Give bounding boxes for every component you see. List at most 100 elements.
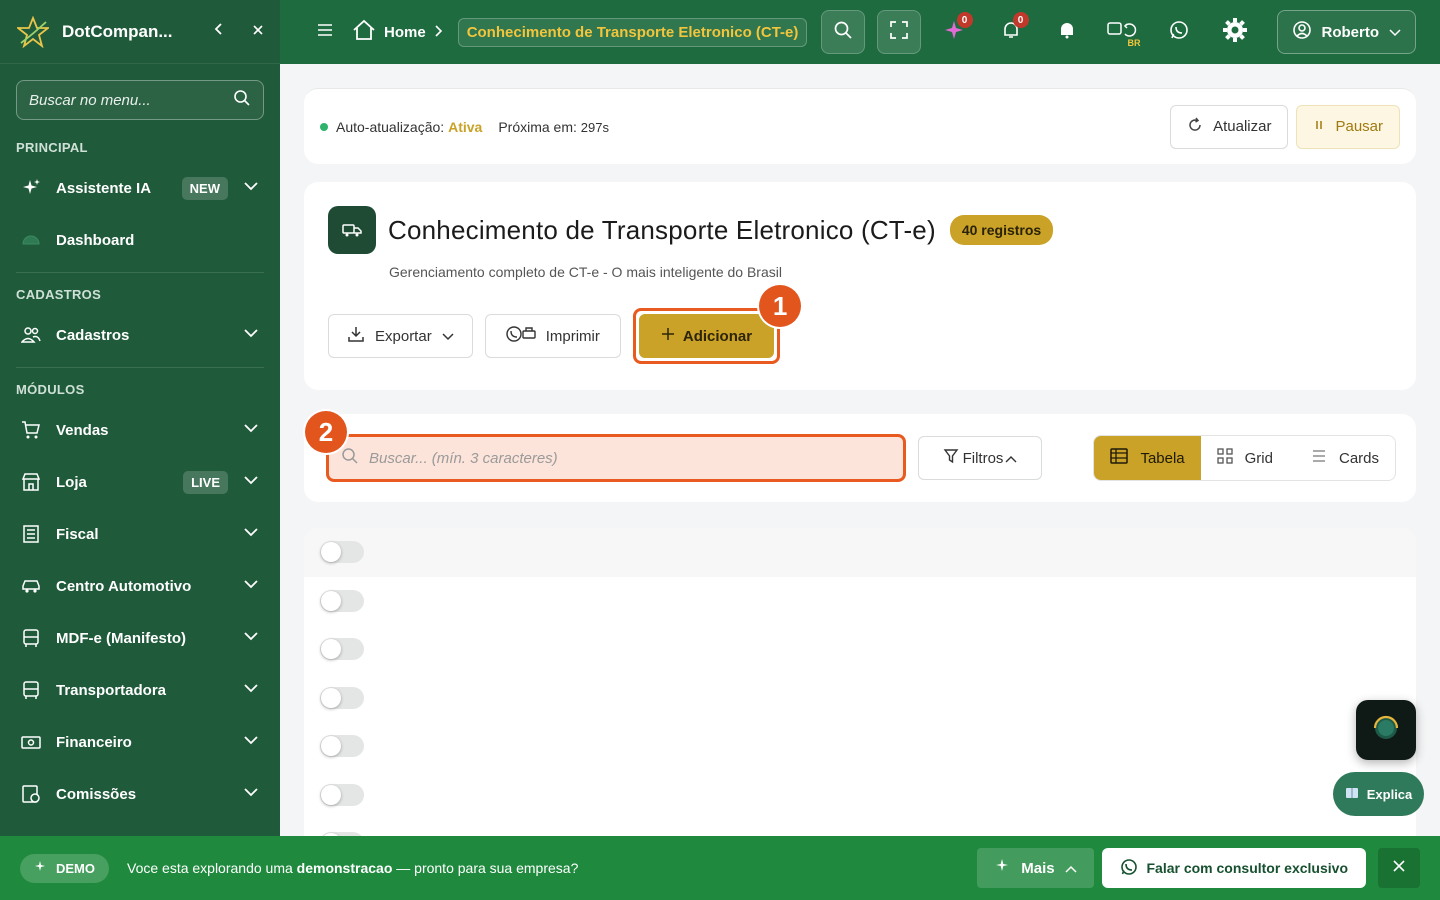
sidebar-item-label: Transportadora	[56, 681, 167, 699]
fullscreen-button[interactable]	[876, 10, 921, 54]
explica-label: Explica	[1366, 786, 1413, 802]
sidebar-item-label: Loja	[56, 473, 87, 491]
global-search-button[interactable]	[820, 10, 865, 54]
notifications-button[interactable]: 0	[989, 10, 1033, 54]
chevron-down-icon	[242, 783, 260, 805]
refresh-label: Atualizar	[1213, 118, 1272, 135]
pause-label: Pausar	[1335, 118, 1383, 135]
settings-button[interactable]	[1213, 10, 1257, 54]
records-search[interactable]: 2	[305, 411, 906, 482]
auto-refresh-label: Auto-atualização: Ativa	[336, 119, 482, 135]
select-all-toggle[interactable]	[320, 541, 364, 564]
sidebar-item-cadastros[interactable]: Cadastros	[0, 309, 280, 361]
bus-icon	[20, 679, 42, 701]
menu-search[interactable]	[16, 80, 264, 120]
section-modulos: MÓDULOS	[16, 381, 85, 397]
row-toggle[interactable]	[320, 589, 364, 612]
explica-button[interactable]: Explica	[1333, 772, 1424, 816]
more-button[interactable]: Mais	[977, 848, 1095, 888]
sidebar-item-financeiro[interactable]: Financeiro	[0, 716, 280, 768]
sparkle-icon	[995, 858, 1011, 878]
demo-banner: DEMO Voce esta explorando uma demonstrac…	[0, 836, 1440, 900]
chevron-down-icon	[242, 627, 260, 649]
view-table-label: Tabela	[1140, 449, 1185, 467]
add-label: Adicionar	[682, 327, 753, 345]
more-label: Mais	[1021, 859, 1055, 877]
commission-icon	[20, 783, 42, 805]
view-cards-label: Cards	[1338, 449, 1379, 467]
chevron-down-icon	[242, 731, 260, 753]
document-list-icon	[20, 523, 42, 545]
topbar: Home Conhecimento de Transporte Eletroni…	[280, 0, 1440, 64]
sidebar-item-loja[interactable]: Loja LIVE	[0, 456, 280, 508]
sidebar-item-label: Assistente IA	[56, 179, 152, 197]
new-badge: NEW	[181, 176, 228, 200]
chevron-down-icon	[242, 523, 260, 545]
row-toggle[interactable]	[320, 638, 364, 661]
plus-icon	[661, 327, 675, 345]
sidebar-item-centro-automotivo[interactable]: Centro Automotivo	[0, 560, 280, 612]
alerts-button[interactable]	[1045, 10, 1089, 54]
dashboard-gauge-icon	[20, 229, 42, 251]
grid-icon	[1216, 448, 1233, 468]
view-table[interactable]: Tabela	[1094, 436, 1201, 480]
cash-icon	[20, 731, 42, 753]
search-icon	[341, 447, 359, 470]
close-banner-button[interactable]	[1378, 848, 1420, 888]
row-toggle[interactable]	[320, 686, 364, 709]
sidebar-item-transportadora[interactable]: Transportadora	[0, 664, 280, 716]
pause-button[interactable]: Pausar	[1296, 104, 1400, 149]
home-icon	[352, 19, 376, 45]
ai-chat-launcher[interactable]	[1356, 700, 1416, 760]
divider	[16, 367, 264, 368]
table-row	[304, 577, 1416, 626]
car-icon	[20, 575, 42, 597]
truck-icon	[328, 206, 376, 254]
close-icon	[1392, 859, 1406, 878]
next-refresh-value: 297s	[580, 119, 609, 135]
hamburger-menu-icon[interactable]	[316, 22, 334, 43]
collapse-sidebar-icon[interactable]	[212, 22, 226, 41]
sidebar-item-label: Vendas	[56, 421, 109, 439]
language-button[interactable]: BR	[1101, 10, 1145, 54]
add-button[interactable]: Adicionar	[638, 314, 775, 358]
filters-button[interactable]: Filtros	[918, 436, 1042, 480]
status-dot	[320, 122, 328, 131]
sidebar-item-vendas[interactable]: Vendas	[0, 404, 280, 456]
records-search-input[interactable]	[369, 449, 891, 467]
print-button[interactable]: Imprimir	[484, 314, 621, 358]
demo-badge-label: DEMO	[56, 860, 95, 876]
chevron-down-icon	[242, 177, 260, 199]
row-toggle[interactable]	[320, 783, 364, 806]
whatsapp-icon	[1169, 20, 1189, 45]
consultant-button[interactable]: Falar com consultor exclusivo	[1102, 848, 1366, 888]
close-sidebar-icon[interactable]	[252, 23, 264, 41]
ai-assistant-button[interactable]: 0	[933, 10, 977, 54]
divider	[16, 272, 264, 273]
sidebar-item-mdfe[interactable]: MDF-e (Manifesto)	[0, 612, 280, 664]
bell-icon	[1058, 21, 1076, 44]
user-menu-button[interactable]: Roberto	[1276, 10, 1416, 54]
consultant-label: Falar com consultor exclusivo	[1146, 860, 1348, 876]
row-toggle[interactable]	[320, 735, 364, 758]
demo-text-a: Voce esta explorando uma	[127, 860, 297, 876]
sidebar-item-label: Centro Automotivo	[56, 577, 192, 595]
sidebar-item-dashboard[interactable]: Dashboard	[0, 214, 280, 266]
records-table	[304, 528, 1416, 848]
sidebar-item-assistente-ia[interactable]: Assistente IA NEW	[0, 162, 280, 214]
export-button[interactable]: Exportar	[328, 314, 473, 358]
sparkle-icon	[20, 177, 42, 199]
sidebar-item-label: Dashboard	[56, 231, 135, 249]
refresh-button[interactable]: Atualizar	[1170, 104, 1289, 149]
view-grid[interactable]: Grid	[1201, 436, 1289, 480]
breadcrumb-home[interactable]: Home	[384, 24, 426, 41]
sidebar-item-fiscal[interactable]: Fiscal	[0, 508, 280, 560]
whatsapp-button[interactable]	[1157, 10, 1201, 54]
step-marker-1: 1	[759, 285, 802, 327]
brand-name: DotCompan...	[62, 21, 173, 41]
view-cards[interactable]: Cards	[1289, 436, 1395, 480]
sidebar-item-comissoes[interactable]: Comissões	[0, 768, 280, 820]
menu-search-input[interactable]	[29, 91, 233, 109]
chevron-down-icon	[242, 679, 260, 701]
search-icon	[833, 20, 853, 45]
